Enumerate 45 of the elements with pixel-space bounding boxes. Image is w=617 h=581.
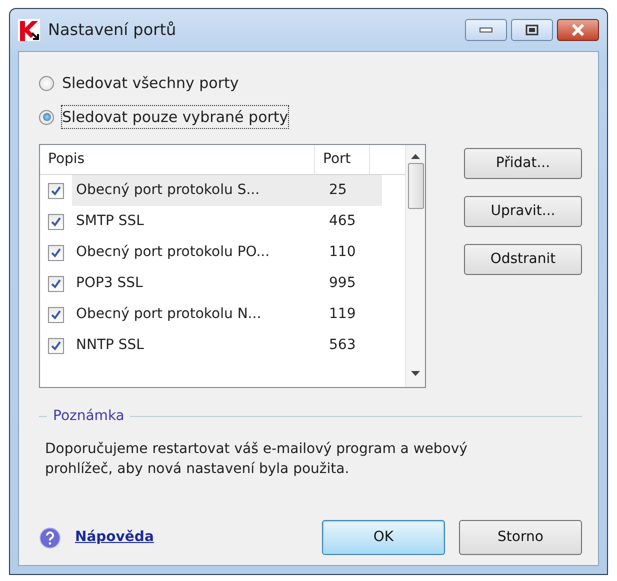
- radio-label[interactable]: Sledovat všechny porty: [62, 72, 239, 94]
- checkbox[interactable]: [48, 182, 64, 198]
- side-button[interactable]: Přidat...: [464, 148, 582, 179]
- checkbox[interactable]: [48, 214, 64, 230]
- group-title: Poznámka: [53, 407, 124, 426]
- minimize-icon: [479, 27, 493, 33]
- table-cell[interactable]: 119: [317, 299, 382, 330]
- table-cell[interactable]: 110: [317, 237, 382, 268]
- side-button[interactable]: Odstranit: [464, 244, 582, 275]
- table-cell[interactable]: NNTP SSL: [72, 330, 317, 361]
- table-cell[interactable]: Obecný port protokolu N...: [72, 299, 317, 330]
- table-cell[interactable]: 563: [317, 330, 382, 361]
- maximize-icon: [525, 24, 539, 36]
- table-cell[interactable]: 25: [317, 175, 382, 206]
- window-title: Nastavení portů: [48, 19, 176, 41]
- dialog-button[interactable]: OK: [322, 520, 445, 555]
- checkbox[interactable]: [48, 276, 64, 292]
- scrollbar-thumb[interactable]: [408, 163, 424, 209]
- scroll-up-icon[interactable]: [411, 153, 420, 159]
- table-cell[interactable]: POP3 SSL: [72, 268, 317, 299]
- column-header[interactable]: Popis: [40, 145, 315, 174]
- checkbox[interactable]: [48, 244, 64, 260]
- note-text: Doporučujeme restartovat váš e-mailový program a webový prohlížeč, aby nová nastavení byla použita.: [44, 440, 468, 480]
- help-link[interactable]: Nápověda: [75, 527, 154, 548]
- scrollbar[interactable]: [405, 145, 425, 387]
- minimize-button[interactable]: [465, 19, 507, 41]
- column-header[interactable]: Port: [315, 145, 370, 174]
- checkbox[interactable]: [48, 306, 64, 322]
- table-cell[interactable]: Obecný port protokolu S...: [72, 175, 317, 206]
- close-icon: [571, 24, 585, 36]
- app-logo-icon: [18, 19, 40, 41]
- checkbox[interactable]: [48, 338, 64, 354]
- table-cell[interactable]: Obecný port protokolu PO...: [72, 237, 317, 268]
- table-cell[interactable]: 995: [317, 268, 382, 299]
- close-button[interactable]: [557, 19, 599, 41]
- table-cell[interactable]: SMTP SSL: [72, 206, 317, 237]
- help-icon[interactable]: [39, 526, 61, 548]
- table-cell[interactable]: 465: [317, 206, 382, 237]
- dialog-button[interactable]: Storno: [459, 520, 582, 555]
- scroll-down-icon[interactable]: [411, 371, 420, 377]
- maximize-button[interactable]: [511, 19, 553, 41]
- radio-button[interactable]: [39, 110, 54, 124]
- side-button[interactable]: Upravit...: [464, 196, 582, 227]
- radio-button[interactable]: [39, 76, 54, 90]
- radio-label[interactable]: Sledovat pouze vybrané porty: [62, 106, 288, 128]
